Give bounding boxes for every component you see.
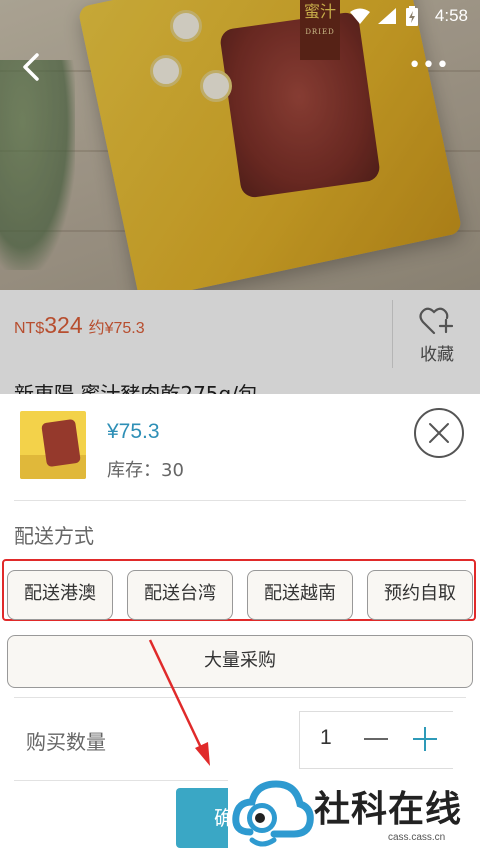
shipping-option-hk-macau[interactable]: 配送港澳 [7, 570, 113, 620]
shipping-option-self-pickup[interactable]: 预约自取 [367, 570, 473, 620]
battery-icon [406, 6, 418, 26]
quantity-value[interactable]: 1 [320, 726, 332, 750]
minus-icon[interactable] [364, 738, 388, 740]
bulk-purchase-button[interactable]: 大量采购 [7, 635, 473, 688]
clock: 4:58 [434, 6, 468, 25]
close-icon [429, 423, 449, 443]
shipping-method-label: 配送方式 [14, 524, 94, 548]
signal-icon [378, 8, 396, 24]
divider [14, 500, 466, 501]
product-thumbnail [20, 411, 86, 479]
shipping-option-taiwan[interactable]: 配送台湾 [127, 570, 233, 620]
cloud-logo-icon [232, 780, 314, 847]
close-button[interactable] [414, 408, 464, 458]
watermark-name: 社科在线 [314, 789, 463, 830]
watermark-url: cass.cass.cn [388, 832, 446, 843]
stock-count: 库存：30 [107, 460, 184, 481]
watermark: 社科在线 cass.cass.cn [228, 772, 480, 854]
divider [14, 697, 466, 698]
back-arrow-icon[interactable] [20, 52, 42, 82]
more-options-icon[interactable]: ••• [408, 55, 450, 77]
status-bar: 4:58 [0, 0, 480, 32]
quantity-label: 购买数量 [26, 730, 106, 754]
sheet-price: ¥75.3 [107, 420, 160, 443]
wifi-icon [350, 8, 370, 24]
shipping-option-vietnam[interactable]: 配送越南 [247, 570, 353, 620]
plus-icon[interactable] [413, 727, 437, 751]
